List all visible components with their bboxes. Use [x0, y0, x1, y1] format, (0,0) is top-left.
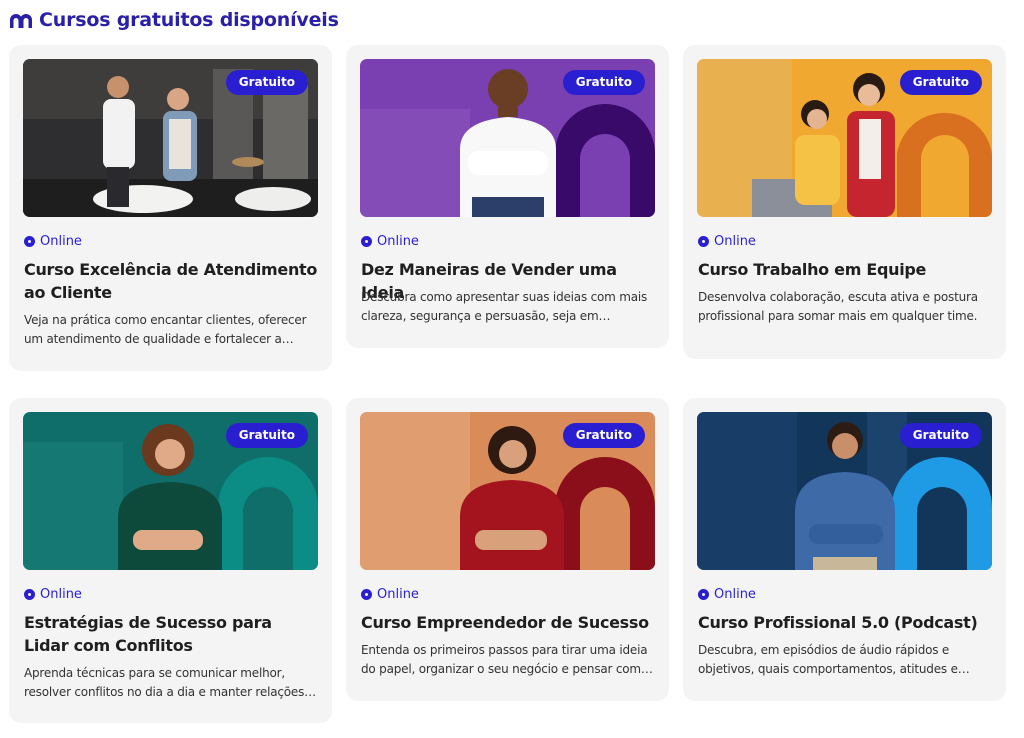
online-dot-icon — [361, 589, 372, 600]
course-description: Veja na prática como encantar clientes, … — [24, 313, 307, 346]
course-image: Gratuito — [360, 412, 655, 570]
online-label: Online — [377, 587, 419, 602]
free-badge: Gratuito — [562, 423, 645, 448]
online-label: Online — [40, 587, 82, 602]
course-description: Aprenda técnicas para se comunicar melho… — [24, 666, 305, 699]
online-dot-icon — [698, 589, 709, 600]
course-description: Descubra como apresentar suas ideias com… — [361, 290, 648, 323]
course-description: Descubra, em episódios de áudio rápidos … — [698, 643, 958, 676]
course-image: Gratuito — [23, 412, 318, 570]
course-title[interactable]: Curso Profissional 5.0 (Podcast) — [698, 611, 993, 634]
course-card[interactable]: Gratuito Online Curso Empreendedor de Su… — [346, 398, 669, 701]
course-image: Gratuito — [697, 59, 992, 217]
course-title[interactable]: Curso Trabalho em Equipe — [698, 258, 993, 281]
online-dot-icon — [24, 236, 35, 247]
free-badge: Gratuito — [899, 70, 982, 95]
course-image: Gratuito — [697, 412, 992, 570]
course-title[interactable]: Curso Empreendedor de Sucesso — [361, 611, 656, 634]
brand-arch-icon — [10, 14, 32, 28]
free-badge: Gratuito — [225, 70, 308, 95]
online-tag: Online — [698, 234, 756, 249]
online-dot-icon — [698, 236, 709, 247]
online-tag: Online — [24, 587, 82, 602]
online-dot-icon — [361, 236, 372, 247]
online-tag: Online — [698, 587, 756, 602]
online-label: Online — [714, 234, 756, 249]
course-image: Gratuito — [360, 59, 655, 217]
section-title: Cursos gratuitos disponíveis — [39, 9, 339, 31]
online-dot-icon — [24, 589, 35, 600]
course-card[interactable]: Gratuito Online Estratégias de Sucesso p… — [9, 398, 332, 723]
online-tag: Online — [24, 234, 82, 249]
free-badge: Gratuito — [562, 70, 645, 95]
online-label: Online — [714, 587, 756, 602]
online-label: Online — [40, 234, 82, 249]
online-tag: Online — [361, 234, 419, 249]
course-card[interactable]: Gratuito Online Curso Trabalho em Equipe… — [683, 45, 1006, 359]
course-title[interactable]: Curso Excelência de Atendimento ao Clien… — [24, 258, 319, 304]
course-card[interactable]: Gratuito Online Curso Profissional 5.0 (… — [683, 398, 1006, 701]
section-header: Cursos gratuitos disponíveis — [10, 9, 339, 31]
course-card[interactable]: Gratuito Online Dez Maneiras de Vender u… — [346, 45, 669, 348]
online-label: Online — [377, 234, 419, 249]
course-description: Entenda os primeiros passos para tirar u… — [361, 643, 649, 676]
free-badge: Gratuito — [899, 423, 982, 448]
online-tag: Online — [361, 587, 419, 602]
course-image: Gratuito — [23, 59, 318, 217]
course-title[interactable]: Estratégias de Sucesso para Lidar com Co… — [24, 611, 319, 657]
course-description: Desenvolva colaboração, escuta ativa e p… — [698, 290, 978, 323]
course-card[interactable]: Gratuito Online Curso Excelência de Aten… — [9, 45, 332, 371]
free-badge: Gratuito — [225, 423, 308, 448]
